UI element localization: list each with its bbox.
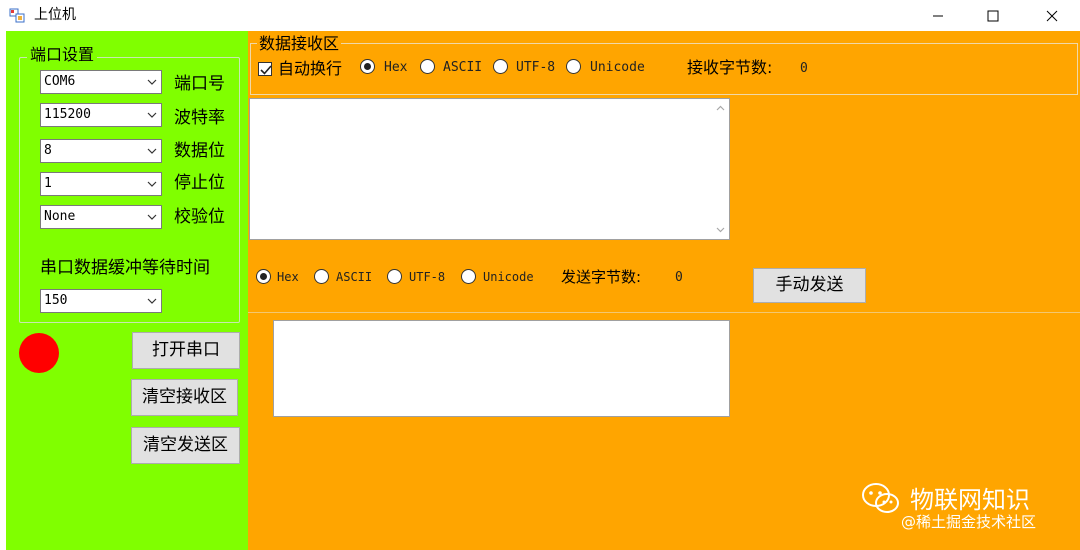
receive-bytes-value: 0 [800, 61, 808, 76]
receive-bytes-label: 接收字节数: [687, 58, 773, 77]
send-section-divider [248, 312, 1080, 313]
send-bytes-label: 发送字节数: [561, 268, 642, 286]
scroll-down-icon[interactable] [716, 227, 725, 233]
clear-send-button[interactable]: 清空发送区 [131, 427, 240, 464]
send-utf8-radio[interactable] [387, 269, 402, 284]
chevron-down-icon [147, 298, 157, 304]
send-ascii-label: ASCII [336, 270, 373, 284]
receive-hex-radio[interactable] [360, 59, 375, 74]
stop-bits-select[interactable]: 1 [40, 172, 162, 196]
close-icon [1046, 10, 1057, 21]
window-title: 上位机 [34, 7, 76, 23]
watermark-title: 物联网知识 [910, 486, 1030, 514]
stop-bits-label: 停止位 [174, 173, 225, 193]
parity-select[interactable]: None [40, 205, 162, 229]
left-border [0, 31, 6, 550]
chevron-down-icon [147, 181, 157, 187]
chevron-down-icon [147, 79, 157, 85]
send-unicode-label: Unicode [483, 270, 534, 284]
minimize-icon [932, 15, 943, 16]
send-ascii-radio[interactable] [314, 269, 329, 284]
receive-utf8-label: UTF-8 [516, 60, 556, 75]
chevron-down-icon [147, 112, 157, 118]
radio-selected-dot [260, 273, 267, 280]
send-unicode-radio[interactable] [461, 269, 476, 284]
watermark-subtitle: @稀土掘金技术社区 [901, 513, 1037, 531]
baud-rate-label: 波特率 [174, 108, 225, 128]
data-bits-select[interactable]: 8 [40, 139, 162, 163]
scroll-up-icon[interactable] [716, 105, 725, 111]
send-bytes-value: 0 [675, 270, 683, 285]
chevron-down-icon [147, 214, 157, 220]
port-settings-title: 端口设置 [27, 45, 98, 65]
chevron-down-icon [147, 148, 157, 154]
buffer-wait-select[interactable]: 150 [40, 289, 162, 313]
settings-panel: 端口设置 COM6 端口号 115200 波特率 8 数据位 1 停止位 Non… [0, 31, 248, 550]
send-hex-radio[interactable] [256, 269, 271, 284]
data-panel: 数据接收区 自动换行 Hex ASCII UTF-8 Unicode 接收字节数… [248, 31, 1080, 550]
port-status-indicator [19, 333, 59, 373]
receive-utf8-radio[interactable] [493, 59, 508, 74]
receive-area-title: 数据接收区 [257, 34, 342, 54]
receive-ascii-label: ASCII [443, 60, 483, 75]
receive-unicode-radio[interactable] [566, 59, 581, 74]
port-select[interactable]: COM6 [40, 70, 162, 94]
open-port-button[interactable]: 打开串口 [132, 332, 240, 369]
minimize-button[interactable] [910, 0, 965, 31]
send-utf8-label: UTF-8 [409, 270, 446, 284]
parity-label: 校验位 [174, 207, 225, 227]
receive-ascii-radio[interactable] [420, 59, 435, 74]
maximize-button[interactable] [965, 0, 1020, 31]
receive-textarea[interactable] [249, 98, 730, 240]
checkmark-icon [260, 65, 272, 75]
close-button[interactable] [1024, 0, 1079, 31]
buffer-wait-label: 串口数据缓冲等待时间 [40, 258, 210, 278]
send-hex-label: Hex [277, 270, 299, 284]
receive-scrollbar[interactable] [712, 99, 729, 239]
manual-send-button[interactable]: 手动发送 [753, 268, 866, 303]
maximize-icon [987, 10, 998, 21]
app-icon [9, 7, 25, 23]
clear-receive-button[interactable]: 清空接收区 [131, 379, 238, 416]
auto-wrap-checkbox[interactable] [258, 62, 272, 76]
receive-hex-label: Hex [384, 60, 408, 75]
radio-selected-dot [364, 63, 371, 70]
receive-unicode-label: Unicode [590, 60, 645, 75]
auto-wrap-label: 自动换行 [278, 59, 343, 78]
send-textarea[interactable] [273, 320, 730, 417]
baud-rate-select[interactable]: 115200 [40, 103, 162, 127]
title-bar: 上位机 [0, 0, 1080, 31]
port-label: 端口号 [174, 74, 225, 94]
data-bits-label: 数据位 [174, 141, 225, 161]
wechat-icon [861, 481, 901, 517]
